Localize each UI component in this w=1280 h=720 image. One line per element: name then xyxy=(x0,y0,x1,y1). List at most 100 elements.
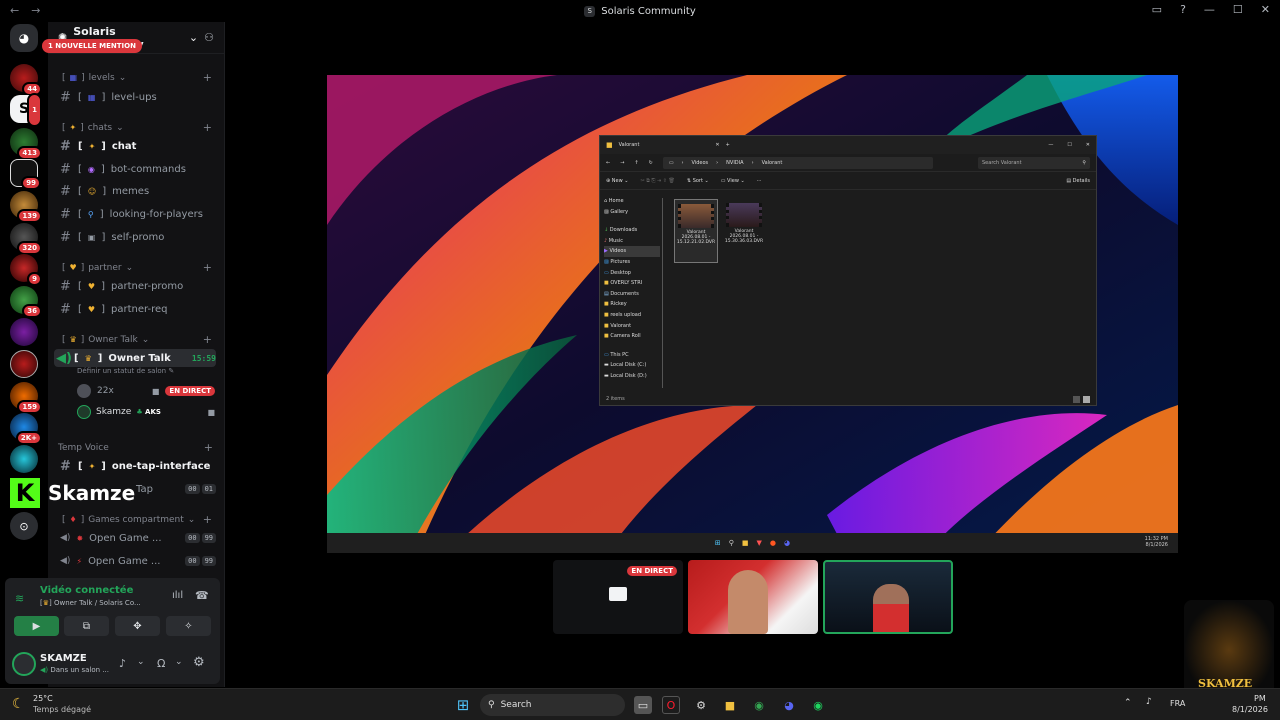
back-arrow-icon[interactable]: ← xyxy=(606,160,610,166)
discord-icon[interactable]: ◕ xyxy=(780,696,798,714)
activities-button[interactable]: ✥ xyxy=(115,616,160,636)
new-button[interactable]: ⊕ New ⌄ xyxy=(606,178,628,184)
channel-bot-commands[interactable]: #[◉] bot-commands xyxy=(58,160,216,178)
nav-item[interactable]: ■ reels upload xyxy=(604,310,660,321)
taskbar-search[interactable]: ⚲ Search xyxy=(480,694,625,716)
participant-tile-stream[interactable]: EN DIRECT xyxy=(553,560,683,634)
explorer-scrollbar[interactable] xyxy=(662,198,663,388)
channel-memes[interactable]: #[☺] memes xyxy=(58,182,216,200)
inbox-icon[interactable]: ▭ xyxy=(1152,3,1162,16)
participant-tile-webcam-1[interactable] xyxy=(688,560,818,634)
add-channel-icon[interactable]: + xyxy=(204,441,213,454)
screen-share-button[interactable]: ⧉ xyxy=(64,616,109,636)
add-channel-icon[interactable]: + xyxy=(203,121,212,134)
nav-item[interactable]: ▨ Gallery xyxy=(604,207,660,218)
voice-channel-open-game-1[interactable]: ◀) ✸ Open Game ... 00 99 xyxy=(58,529,216,547)
nav-item[interactable]: ↓ Downloads xyxy=(604,225,660,236)
sort-button[interactable]: ⇅ Sort ⌄ xyxy=(687,178,709,184)
nav-item[interactable]: ▤ Documents xyxy=(604,289,660,300)
soundboard-button[interactable]: ✧ xyxy=(166,616,211,636)
chevron-up-icon[interactable]: ⌃ xyxy=(1124,698,1132,708)
explorer-tab[interactable]: Valorant xyxy=(619,142,640,148)
add-channel-icon[interactable]: + xyxy=(203,333,212,346)
guild-13[interactable] xyxy=(10,445,38,473)
new-mention-pill[interactable]: 1 NOUVELLE MENTION xyxy=(42,39,142,53)
close-icon[interactable]: ✕ xyxy=(1261,3,1270,16)
spotify-icon[interactable]: ◉ xyxy=(809,696,827,714)
guild-3[interactable]: 413 xyxy=(10,128,42,160)
channel-partner-req[interactable]: #[♥] partner-req xyxy=(58,300,216,318)
back-arrow-icon[interactable]: ← xyxy=(10,4,19,17)
task-view-icon[interactable]: ▭ xyxy=(634,696,652,714)
view-toggle[interactable] xyxy=(1073,396,1090,403)
voice-user-22x[interactable]: 22x ■ EN DIRECT xyxy=(77,383,215,399)
voice-user-skamze[interactable]: Skamze ♣ AKS ■ xyxy=(77,404,215,420)
steam-like-icon[interactable]: ⚙ xyxy=(692,696,710,714)
nav-item[interactable]: ▶ Videos xyxy=(604,246,660,257)
channel-one-tap-interface[interactable]: #[✦] one-tap-interface xyxy=(58,457,216,475)
forward-arrow-icon[interactable]: → xyxy=(31,4,40,17)
category-partner[interactable]: [♥] partner ⌄ + xyxy=(62,261,212,274)
more-icon[interactable]: ··· xyxy=(757,178,762,184)
channel-looking-for-players[interactable]: #[⚲] looking-for-players xyxy=(58,205,216,223)
disconnect-icon[interactable]: ☎ xyxy=(195,589,209,602)
clock-date[interactable]: 8/1/2026 xyxy=(1232,705,1268,714)
minimize-icon[interactable]: — xyxy=(1204,3,1215,16)
close-icon[interactable]: ✕ xyxy=(1086,142,1090,148)
camera-button[interactable]: ▶ xyxy=(14,616,59,636)
language-indicator[interactable]: FRA xyxy=(1170,699,1185,708)
voice-channel-open-game-2[interactable]: ◀) ⚡ Open Game ... 00 99 xyxy=(58,552,216,570)
category-temp-voice[interactable]: Temp Voice + xyxy=(58,441,213,454)
file-item[interactable]: Valorant 2026.08.01 - 15.12.21.02.DVR xyxy=(674,199,718,263)
guild-11[interactable]: 159 xyxy=(10,382,42,414)
category-levels[interactable]: [▦] levels ⌄ + xyxy=(62,71,212,84)
channel-chat[interactable]: #[✦] chat xyxy=(58,137,216,155)
chevron-down-icon[interactable]: ⌄ xyxy=(175,657,183,667)
soundboard-icon[interactable]: ılıl xyxy=(172,590,183,601)
explorer-search[interactable]: Search Valorant ⚲ xyxy=(978,156,1090,169)
guild-4[interactable]: 99 xyxy=(10,159,41,190)
opera-icon[interactable]: O xyxy=(662,696,680,714)
guild-6[interactable]: 320 xyxy=(10,223,42,255)
help-icon[interactable]: ? xyxy=(1180,3,1186,16)
add-channel-icon[interactable]: + xyxy=(203,71,212,84)
nav-item[interactable]: ▨ Pictures xyxy=(604,257,660,268)
category-owner-talk[interactable]: [♛] Owner Talk ⌄ + xyxy=(62,333,212,346)
nav-item[interactable]: ▬ Local Disk (D:) xyxy=(604,371,660,382)
file-explorer-window[interactable]: ■ Valorant ✕ + — ☐ ✕ ← → ↑ ↻ ▭ › Videos › … xyxy=(599,135,1097,406)
file-item[interactable]: Valorant 2026.08.01 - 15.30.36.03.DVR xyxy=(722,199,766,263)
channel-level-ups[interactable]: #[▦] level-ups xyxy=(58,88,216,106)
refresh-icon[interactable]: ↻ xyxy=(649,160,653,166)
minimize-icon[interactable]: — xyxy=(1048,142,1053,148)
nav-item[interactable]: ■ OVERLY STRI xyxy=(604,278,660,289)
category-games[interactable]: [♦] Games compartment ⌄ + xyxy=(62,513,212,526)
add-channel-icon[interactable]: + xyxy=(203,513,212,526)
headphones-icon[interactable]: Ω xyxy=(157,657,165,670)
voice-location[interactable]: [♛] Owner Talk / Solaris Co... xyxy=(40,599,141,607)
maximize-icon[interactable]: ☐ xyxy=(1067,142,1071,148)
channel-self-promo[interactable]: #[▣] self-promo xyxy=(58,228,216,246)
nav-item[interactable]: ▬ Local Disk (C:) xyxy=(604,360,660,371)
new-tab-icon[interactable]: + xyxy=(726,142,730,148)
guild-12[interactable]: 2K+ xyxy=(10,413,42,445)
chrome-icon[interactable]: ◉ xyxy=(750,696,768,714)
voice-channel-owner-talk[interactable]: ◀)[♛] Owner Talk 15:59 xyxy=(54,349,216,367)
channel-partner-promo[interactable]: #[♥] partner-promo xyxy=(58,277,216,295)
invite-icon[interactable]: ⚇ xyxy=(204,31,214,44)
nav-item[interactable]: ♪ Music xyxy=(604,236,660,247)
close-tab-icon[interactable]: ✕ xyxy=(715,142,719,148)
windows-start-icon[interactable]: ⊞ xyxy=(454,696,472,714)
view-button[interactable]: ▭ View ⌄ xyxy=(721,178,745,184)
settings-gear-icon[interactable]: ⚙ xyxy=(193,655,205,670)
guild-1[interactable]: 44 xyxy=(10,64,42,96)
stream-viewer[interactable]: ■ Valorant ✕ + — ☐ ✕ ← → ↑ ↻ ▭ › Videos › … xyxy=(327,75,1178,553)
file-explorer-icon[interactable]: ■ xyxy=(721,696,739,714)
nav-item[interactable]: ■ Camera Roll xyxy=(604,331,660,342)
microphone-icon[interactable]: ♪ xyxy=(119,657,126,670)
category-chats[interactable]: [✦] chats ⌄ + xyxy=(62,121,212,134)
nav-item[interactable]: ⌂ Home xyxy=(604,196,660,207)
channel-status[interactable]: Définir un statut de salon ✎ xyxy=(77,367,174,375)
microphone-icon[interactable]: ♪ xyxy=(1146,697,1152,707)
guild-8[interactable]: 36 xyxy=(10,286,42,318)
participant-tile-webcam-2[interactable] xyxy=(823,560,953,634)
